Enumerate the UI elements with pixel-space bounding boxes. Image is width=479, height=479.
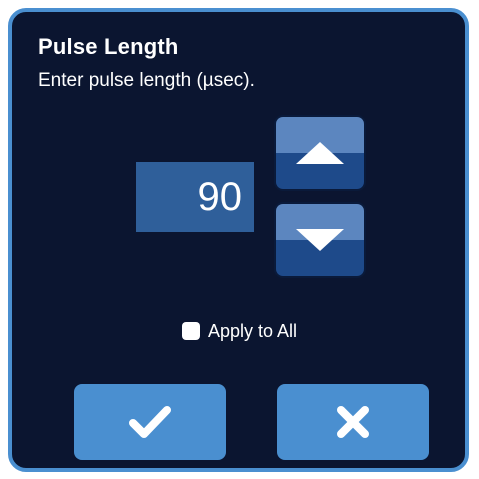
apply-to-all-checkbox[interactable] <box>182 322 200 340</box>
dialog-prompt: Enter pulse length (µsec). <box>38 70 255 91</box>
x-icon <box>337 406 369 438</box>
pulse-length-dialog: Pulse Length Enter pulse length (µsec). … <box>8 8 469 472</box>
arrow-up-icon <box>296 142 344 164</box>
apply-to-all-label: Apply to All <box>208 320 298 341</box>
confirm-button[interactable] <box>74 384 226 460</box>
checkmark-icon <box>129 406 171 438</box>
apply-to-all-option[interactable]: Apply to All <box>182 320 297 342</box>
cancel-button[interactable] <box>277 384 429 460</box>
decrement-button[interactable] <box>274 202 366 278</box>
pulse-length-value[interactable]: 90 <box>136 162 254 232</box>
increment-button[interactable] <box>274 115 366 191</box>
dialog-title: Pulse Length <box>38 34 179 59</box>
arrow-down-icon <box>296 229 344 251</box>
